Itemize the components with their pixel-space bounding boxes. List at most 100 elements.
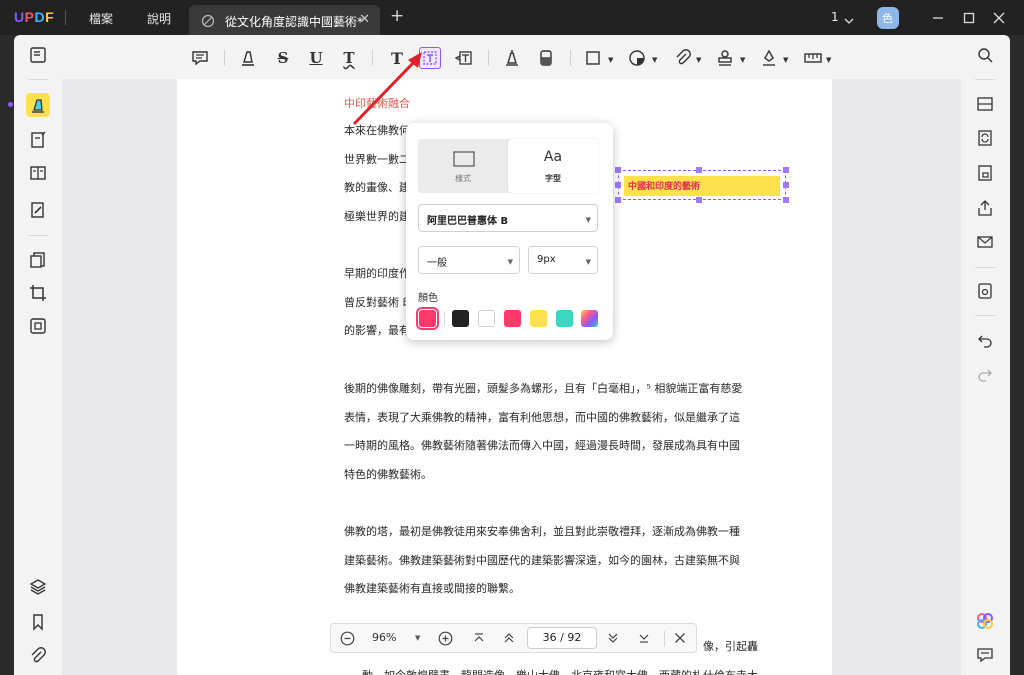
zoom-out-icon[interactable]: [339, 630, 355, 646]
textbox-annotation[interactable]: 中國和印度的藝術: [624, 176, 780, 196]
font-family-select[interactable]: 阿里巴巴普惠体 B ▼: [418, 204, 598, 232]
search-icon[interactable]: [974, 44, 996, 66]
color-swatch-teal[interactable]: [556, 310, 573, 327]
previous-page-icon[interactable]: [501, 630, 517, 646]
zoom-level[interactable]: 96%: [372, 631, 396, 644]
comment-mode-icon[interactable]: [26, 93, 50, 117]
prepare-form-icon[interactable]: [26, 161, 50, 185]
zoom-caret-icon[interactable]: ▼: [415, 634, 420, 642]
style-rect-icon: [453, 151, 475, 167]
underline-icon[interactable]: U: [305, 47, 327, 69]
close-zoom-bar-icon[interactable]: [672, 630, 688, 646]
tab-font[interactable]: Aa 字型: [508, 139, 598, 193]
measure-caret-icon[interactable]: ▼: [826, 56, 831, 64]
sidebar-separator: [975, 315, 995, 316]
highlight-icon[interactable]: [237, 47, 259, 69]
active-indicator-dot: [8, 102, 13, 107]
ocr-icon[interactable]: [974, 93, 996, 115]
custom-color-picker[interactable]: [581, 310, 598, 327]
document-tab[interactable]: 從文化角度認識中國藝術* ✕: [189, 5, 380, 35]
doc-paragraph: 佛教的塔，最初是佛教徒用來安奉佛舍利，並且對此崇敬禮拜，逐漸成為佛教一種 建築藝…: [344, 525, 740, 595]
tab-style[interactable]: 樣式: [418, 139, 508, 193]
font-size-value: 9px: [537, 254, 556, 265]
sticker-caret-icon[interactable]: ▼: [652, 56, 657, 64]
resize-handle[interactable]: [615, 182, 621, 188]
stamp-caret-icon[interactable]: ▼: [740, 56, 745, 64]
last-page-icon[interactable]: [636, 630, 652, 646]
attachment-icon[interactable]: [672, 47, 694, 69]
menu-help[interactable]: 說明: [147, 10, 171, 27]
color-swatch-black[interactable]: [452, 310, 469, 327]
minimize-icon[interactable]: [931, 10, 945, 29]
avatar-initial: 色: [882, 12, 893, 25]
resize-handle[interactable]: [615, 197, 621, 203]
color-swatch-white[interactable]: [478, 310, 495, 327]
close-window-icon[interactable]: [992, 10, 1006, 29]
shape-caret-icon[interactable]: ▼: [608, 56, 613, 64]
email-icon[interactable]: [974, 231, 996, 253]
zoom-bar: 96% ▼ 36 / 92: [330, 623, 697, 653]
comment-icon[interactable]: [189, 47, 211, 69]
color-swatch-red[interactable]: [504, 310, 521, 327]
new-tab-button[interactable]: +: [390, 8, 404, 25]
page-number-input[interactable]: 36 / 92: [527, 627, 597, 649]
reader-mode-icon[interactable]: [26, 43, 50, 67]
font-size-select[interactable]: 9px ▼: [528, 246, 598, 274]
app-logo: UPDF: [14, 9, 55, 25]
current-color-swatch[interactable]: [416, 307, 439, 330]
toolbar-separator: [224, 50, 225, 66]
attachment-panel-icon[interactable]: [26, 644, 50, 668]
fill-sign-icon[interactable]: [26, 198, 50, 222]
ai-assistant-icon[interactable]: [974, 610, 996, 632]
crop-pages-icon[interactable]: [26, 281, 50, 305]
color-label: 顏色: [418, 293, 438, 304]
signature-caret-icon[interactable]: ▼: [783, 56, 788, 64]
convert-icon[interactable]: [974, 127, 996, 149]
signature-icon[interactable]: [758, 47, 780, 69]
comment-list-icon[interactable]: [974, 644, 996, 666]
resize-handle[interactable]: [783, 197, 789, 203]
sidebar-separator: [975, 79, 995, 80]
bookmark-icon[interactable]: [26, 610, 50, 634]
menu-file[interactable]: 檔案: [89, 10, 113, 27]
pencil-icon[interactable]: [501, 47, 523, 69]
protect-icon[interactable]: [974, 162, 996, 184]
shape-icon[interactable]: [582, 47, 604, 69]
tools-icon[interactable]: [26, 314, 50, 338]
window-count[interactable]: 1: [831, 10, 839, 24]
first-page-icon[interactable]: [471, 630, 487, 646]
strikethrough-icon[interactable]: S: [272, 47, 294, 69]
resize-handle[interactable]: [615, 167, 621, 173]
toolbar-separator: [488, 50, 489, 66]
text-callout-icon[interactable]: [453, 47, 475, 69]
zoom-bar-separator: [664, 631, 665, 647]
resize-handle[interactable]: [696, 197, 702, 203]
organize-pages-icon[interactable]: [26, 248, 50, 272]
eraser-icon[interactable]: [535, 47, 557, 69]
share-icon[interactable]: [974, 197, 996, 219]
font-weight-select[interactable]: 一般 ▼: [418, 246, 520, 274]
user-avatar[interactable]: 色: [877, 7, 899, 29]
tab-close-icon[interactable]: ✕: [359, 12, 370, 27]
color-swatch-yellow[interactable]: [530, 310, 547, 327]
edit-pdf-icon[interactable]: [26, 128, 50, 152]
resize-handle[interactable]: [783, 167, 789, 173]
attachment-caret-icon[interactable]: ▼: [696, 56, 701, 64]
chevron-down-icon: ▼: [507, 258, 513, 266]
stamp-icon[interactable]: [714, 47, 736, 69]
resize-handle[interactable]: [696, 167, 702, 173]
measure-icon[interactable]: [802, 47, 824, 69]
next-page-icon[interactable]: [605, 630, 621, 646]
undo-icon[interactable]: [974, 329, 996, 351]
maximize-icon[interactable]: [962, 10, 976, 29]
chevron-down-icon[interactable]: [844, 11, 854, 30]
text-properties-popup: 樣式 Aa 字型 阿里巴巴普惠体 B ▼ 一般 ▼ 9px ▼ 顏色: [406, 123, 613, 340]
save-icon[interactable]: [974, 280, 996, 302]
redo-icon[interactable]: [974, 363, 996, 385]
sticker-icon[interactable]: [626, 47, 648, 69]
zoom-in-icon[interactable]: [437, 630, 453, 646]
pointer-arrow: [352, 52, 422, 126]
layers-icon[interactable]: [26, 575, 50, 599]
doc-paragraph: 後期的佛像雕刻，帶有光圈，頭髮多為螺形，且有「白毫相」，⁵ 相貌端正富有慈愛 表…: [344, 382, 743, 481]
resize-handle[interactable]: [783, 182, 789, 188]
